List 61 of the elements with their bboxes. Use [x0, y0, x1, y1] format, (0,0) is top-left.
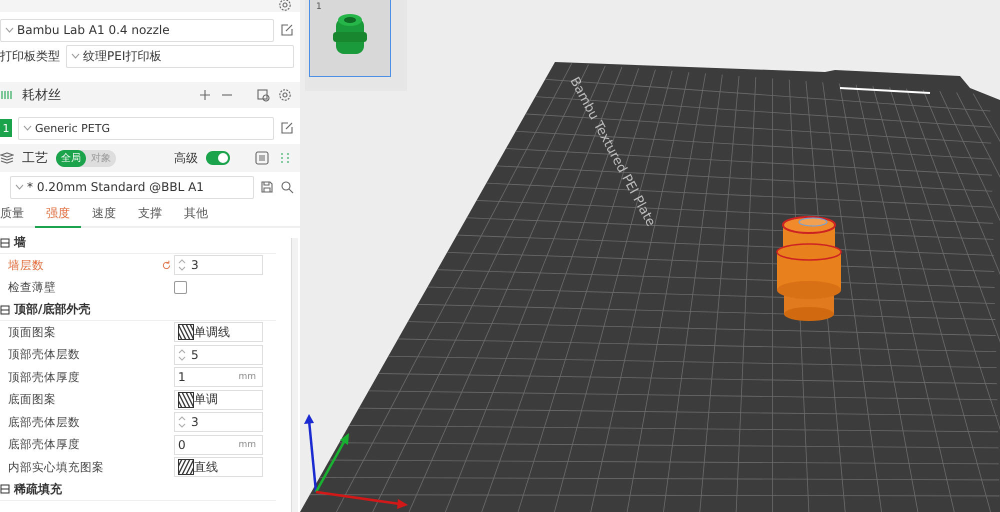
checkbox[interactable] — [174, 281, 187, 294]
filament-icon — [0, 88, 14, 102]
setting-label: 顶面图案 — [8, 324, 57, 340]
process-title: 工艺 — [22, 150, 48, 167]
printer-dropdown[interactable]: Bambu Lab A1 0.4 nozzle — [0, 18, 274, 42]
number-field[interactable]: 3 — [174, 412, 263, 432]
section-icon — [0, 238, 10, 248]
pattern-dropdown[interactable]: 单调 — [174, 390, 263, 410]
pattern-icon — [178, 392, 194, 408]
settings-tab[interactable]: 其他 — [173, 205, 219, 228]
settings-icon[interactable] — [278, 88, 292, 102]
settings-icon[interactable] — [278, 0, 292, 12]
settings-tab[interactable]: 质量 — [0, 205, 35, 228]
sync-icon[interactable] — [256, 88, 270, 102]
setting-label: 内部实心填充图案 — [8, 460, 105, 475]
filament-slot-number: 1 — [0, 119, 12, 137]
save-icon[interactable] — [260, 180, 274, 194]
pattern-icon — [178, 459, 194, 476]
setting-label: 底部壳体厚度 — [8, 437, 81, 452]
pattern-dropdown[interactable]: 单调线 — [174, 322, 263, 342]
settings-tab[interactable]: 支撑 — [127, 205, 173, 228]
compare-icon[interactable] — [278, 151, 292, 165]
section-title: 稀疏填充 — [14, 480, 62, 498]
setting-label: 底面图案 — [8, 392, 57, 408]
number-field[interactable]: 0 mm — [174, 434, 263, 455]
section-title: 顶部/底部外壳 — [14, 301, 90, 318]
section-title: 墙 — [14, 234, 26, 251]
scrollbar[interactable] — [291, 238, 298, 512]
caret-icon — [5, 27, 14, 33]
setting-label: 顶部壳体层数 — [8, 347, 81, 362]
setting-label: 墙层数 — [8, 258, 45, 273]
filament-dropdown[interactable]: Generic PETG — [18, 116, 274, 140]
filament-title: 耗材丝 — [22, 87, 61, 104]
process-profile-dropdown[interactable]: * 0.20mm Standard @BBL A1 — [10, 176, 254, 198]
section-icon — [0, 484, 10, 494]
plus-icon[interactable] — [198, 88, 212, 102]
setting-label: 顶部壳体厚度 — [8, 370, 81, 385]
settings-tab[interactable]: 速度 — [81, 205, 127, 228]
number-field[interactable]: 5 — [174, 344, 263, 365]
advanced-switch[interactable] — [206, 151, 230, 165]
number-field[interactable]: 1 mm — [174, 367, 263, 388]
reset-icon[interactable] — [160, 260, 172, 271]
number-field[interactable]: 3 — [174, 255, 263, 276]
edit-icon[interactable] — [280, 121, 294, 135]
pattern-dropdown[interactable]: 直线 — [174, 457, 263, 478]
pattern-icon — [178, 324, 194, 340]
setting-label: 检查薄壁 — [8, 280, 57, 296]
plate-thumbnail[interactable]: 1 — [309, 0, 391, 77]
plate-number: 1 — [316, 2, 322, 12]
list-icon[interactable] — [254, 151, 270, 165]
section-icon — [0, 304, 10, 314]
setting-label: 底部壳体层数 — [8, 414, 81, 430]
advanced-label: 高级 — [174, 150, 198, 166]
search-icon[interactable] — [280, 180, 294, 194]
layers-icon — [0, 151, 14, 165]
edit-icon[interactable] — [280, 23, 294, 37]
plate-type-dropdown[interactable]: 纹理PEI打印板 — [66, 44, 294, 68]
plate-type-label: 打印板类型 — [0, 48, 60, 64]
caret-icon — [15, 184, 24, 190]
caret-icon — [23, 125, 32, 131]
caret-icon — [71, 53, 80, 59]
